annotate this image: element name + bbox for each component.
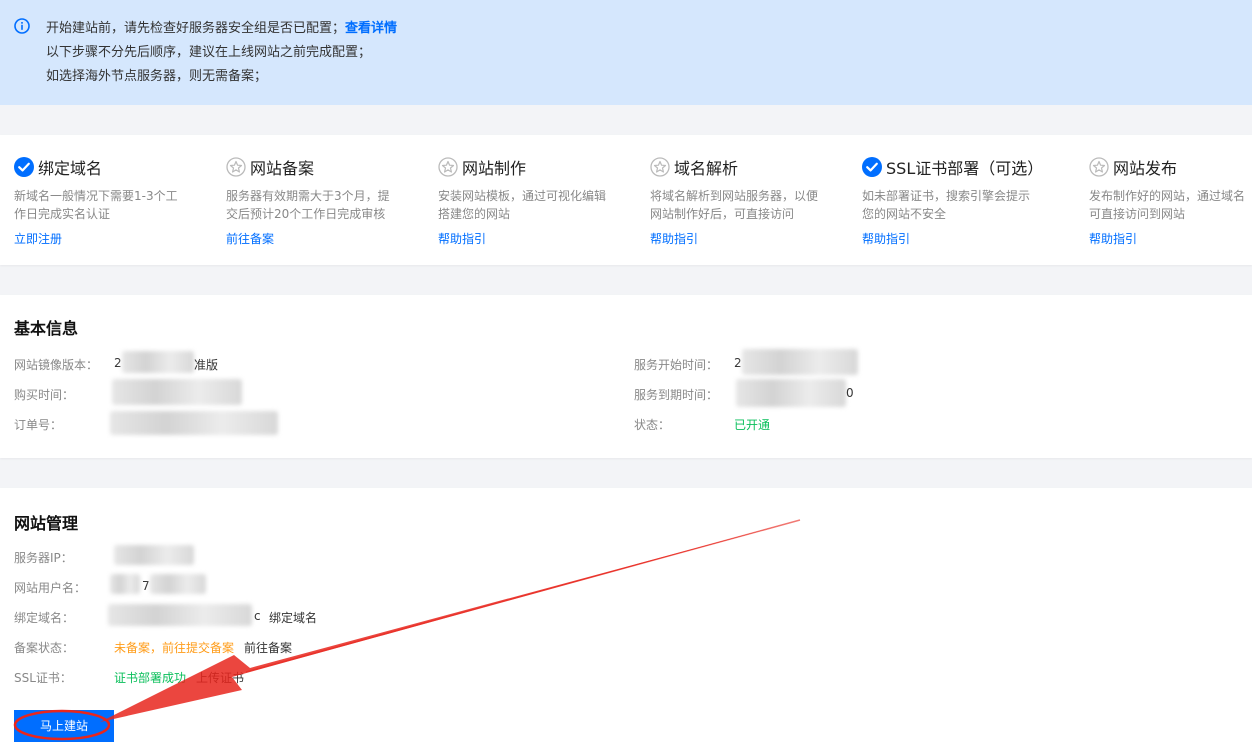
build-site-button[interactable]: 马上建站 [14, 710, 114, 742]
star-circle-icon [438, 157, 458, 177]
star-circle-icon [650, 157, 670, 177]
info-icon [14, 18, 30, 34]
status-label: 状态： [634, 418, 671, 432]
step-title: 域名解析 [674, 159, 739, 178]
service-start-label: 服务开始时间： [634, 358, 719, 372]
mirror-version-prefix: 2 [114, 356, 122, 370]
go-filing-link[interactable]: 前往备案 [244, 639, 292, 656]
notice-banner: 开始建站前，请先检查好服务器安全组是否已配置；查看详情 以下步骤不分先后顺序，建… [0, 0, 1252, 105]
step-description: 新域名一般情况下需要1-3个工作日完成实名认证 [14, 189, 178, 221]
redacted-purchase-time [112, 379, 242, 405]
step-description: 安装网站模板，通过可视化编辑搭建您的网站 [438, 189, 607, 221]
site-username-label: 网站用户名： [14, 581, 87, 595]
basic-info-title: 基本信息 [14, 319, 79, 338]
redacted-site-username [150, 574, 206, 594]
notice-line-2: 以下步骤不分先后顺序，建议在上线网站之前完成配置； [46, 45, 372, 60]
redacted-mirror-version [122, 351, 194, 373]
site-management-title: 网站管理 [14, 514, 79, 533]
redacted-service-start [742, 349, 858, 375]
ssl-cert-label: SSL证书： [14, 671, 72, 685]
notice-line-1-text: 开始建站前，请先检查好服务器安全组是否已配置； [46, 21, 346, 36]
service-end-label: 服务到期时间： [634, 388, 719, 402]
help-guide-link[interactable]: 帮助指引 [438, 230, 486, 247]
step-title: SSL证书部署（可选） [886, 159, 1044, 178]
step-title: 网站备案 [250, 159, 315, 178]
status-badge: 已开通 [734, 418, 771, 432]
redacted-bound-domain [108, 604, 252, 626]
check-circle-icon [14, 157, 34, 177]
site-username-partial: 7 [142, 579, 150, 593]
step-title: 网站发布 [1113, 159, 1178, 178]
star-circle-icon [226, 157, 246, 177]
bound-domain-suffix: c [254, 609, 261, 623]
check-circle-icon [862, 157, 882, 177]
notice-line-3: 如选择海外节点服务器，则无需备案； [46, 69, 268, 84]
redacted-order-number [110, 411, 278, 435]
notice-line-1: 开始建站前，请先检查好服务器安全组是否已配置；查看详情 [46, 17, 397, 36]
bind-domain-link[interactable]: 绑定域名 [269, 609, 317, 626]
bound-domain-label: 绑定域名： [14, 611, 75, 625]
upload-cert-link[interactable]: 上传证书 [196, 669, 244, 686]
service-end-suffix: 0 [846, 386, 854, 400]
help-guide-link[interactable]: 帮助指引 [862, 230, 910, 247]
site-management-panel: 网站管理 服务器IP： 网站用户名： 7 绑定域名： c 绑定域名 备案状态： … [0, 488, 1252, 750]
step-title: 网站制作 [462, 159, 527, 178]
service-start-prefix: 2 [734, 356, 742, 370]
icp-status-text: 未备案，前往提交备案 [114, 641, 235, 655]
step-title: 绑定域名 [38, 159, 103, 178]
icp-status-label: 备案状态： [14, 641, 75, 655]
mirror-version-label: 网站镜像版本： [14, 358, 99, 372]
mirror-version-suffix: 准版 [194, 358, 219, 372]
basic-info-panel: 基本信息 网站镜像版本： 2 准版 购买时间： 订单号： 服务开始时间： 2 服… [0, 295, 1252, 458]
go-filing-link[interactable]: 前往备案 [226, 230, 274, 247]
server-ip-label: 服务器IP： [14, 551, 73, 565]
ssl-status-text: 证书部署成功 [114, 671, 187, 685]
view-details-link[interactable]: 查看详情 [345, 21, 397, 36]
step-description: 将域名解析到网站服务器，以便网站制作好后，可直接访问 [650, 189, 819, 221]
redacted-server-ip [114, 545, 194, 565]
purchase-time-label: 购买时间： [14, 388, 75, 402]
register-now-link[interactable]: 立即注册 [14, 230, 62, 247]
setup-steps-panel: 绑定域名 新域名一般情况下需要1-3个工作日完成实名认证 立即注册 网站备案 服… [0, 135, 1252, 265]
redacted-site-username [110, 574, 140, 594]
help-guide-link[interactable]: 帮助指引 [1089, 230, 1137, 247]
step-description: 发布制作好的网站，通过域名可直接访问到网站 [1089, 189, 1246, 221]
order-number-label: 订单号： [14, 418, 63, 432]
help-guide-link[interactable]: 帮助指引 [650, 230, 698, 247]
star-circle-icon [1089, 157, 1109, 177]
step-description: 如未部署证书，搜索引擎会提示您的网站不安全 [862, 189, 1031, 221]
redacted-service-end [736, 379, 846, 407]
step-description: 服务器有效期需大于3个月，提交后预计20个工作日完成审核 [226, 189, 390, 221]
